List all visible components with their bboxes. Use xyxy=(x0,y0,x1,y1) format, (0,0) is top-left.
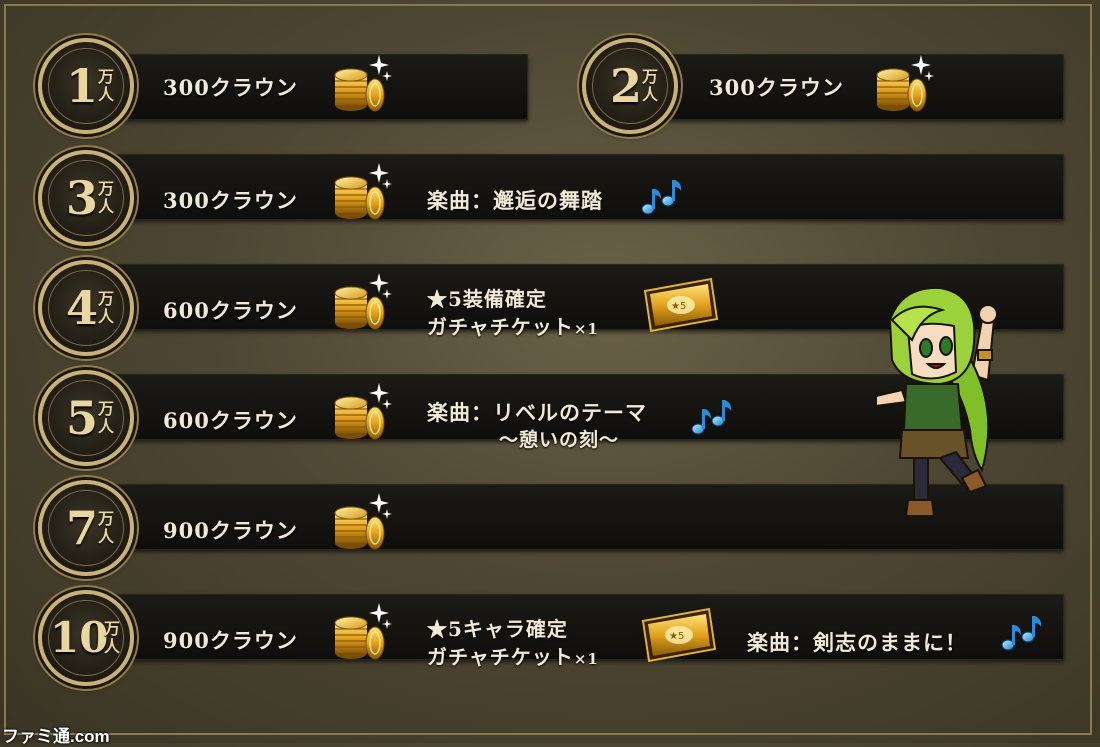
watermark: ファミ通.com xyxy=(2,727,110,746)
gacha-ticket-icon xyxy=(639,607,717,663)
crown-amount: 300クラウン xyxy=(163,75,298,100)
milestone-number: 3 xyxy=(66,171,99,225)
gold-coin-stack-icon xyxy=(329,601,393,665)
milestone-medal-7: 7 万 人 xyxy=(38,480,134,576)
milestone-medal-3: 3 万 人 xyxy=(38,150,134,246)
milestone-number: 4 xyxy=(66,281,99,335)
milestone-number: 10 xyxy=(50,613,109,662)
gold-coin-stack-icon xyxy=(329,53,393,117)
unit-man: 万 xyxy=(104,619,121,638)
gold-coin-stack-icon xyxy=(329,491,393,555)
milestone-medal-2: 2 万 人 xyxy=(582,38,678,134)
unit-man: 万 xyxy=(98,67,115,86)
unit-hito: 人 xyxy=(98,417,115,436)
unit-hito: 人 xyxy=(98,307,115,326)
crown-amount: 600クラウン xyxy=(163,298,298,323)
reward-row-3: 300クラウン 楽曲：邂逅の舞踏 xyxy=(90,154,1064,220)
unit-hito: 人 xyxy=(98,85,115,104)
milestone-medal-5: 5 万 人 xyxy=(38,370,134,466)
gold-coin-stack-icon xyxy=(329,271,393,335)
milestone-medal-1: 1 万 人 xyxy=(38,38,134,134)
music-note-icon xyxy=(999,613,1043,653)
milestone-number: 5 xyxy=(66,391,99,445)
music-note-icon xyxy=(639,177,683,217)
unit-man: 万 xyxy=(98,509,115,528)
crown-amount: 900クラウン xyxy=(163,628,298,653)
crown-amount: 300クラウン xyxy=(163,188,298,213)
milestone-medal-10: 10 万 人 xyxy=(38,590,134,686)
unit-hito: 人 xyxy=(98,197,115,216)
song-reward: 楽曲：剣志のままに！ xyxy=(747,630,967,655)
reward-row-10: 900クラウン ★5キャラ確定 ガチャチケット×1 楽曲：剣志のままに！ xyxy=(90,594,1064,669)
green-haired-character xyxy=(875,286,998,517)
song-reward-line2: ～憩いの刻～ xyxy=(499,429,620,451)
crown-amount: 300クラウン xyxy=(709,75,844,100)
unit-man: 万 xyxy=(642,67,659,86)
ticket-reward-line2: ガチャチケット×1 xyxy=(427,645,599,669)
gold-coin-stack-icon xyxy=(329,381,393,445)
ticket-reward-line1: ★5装備確定 xyxy=(427,287,547,311)
unit-man: 万 xyxy=(98,399,115,418)
ticket-reward-line1: ★5キャラ確定 xyxy=(427,617,568,641)
milestone-number: 7 xyxy=(66,501,99,555)
milestone-medal-4: 4 万 人 xyxy=(38,260,134,356)
song-reward: 楽曲：邂逅の舞踏 xyxy=(427,188,603,213)
crown-amount: 600クラウン xyxy=(163,408,298,433)
reward-row-2: 300クラウン xyxy=(636,54,1064,120)
crown-amount: 900クラウン xyxy=(163,518,298,543)
unit-hito: 人 xyxy=(104,637,121,656)
gold-coin-stack-icon xyxy=(329,161,393,225)
milestone-number: 2 xyxy=(610,59,643,113)
unit-hito: 人 xyxy=(98,527,115,546)
milestone-number: 1 xyxy=(66,59,99,113)
reward-row-1: 300クラウン xyxy=(90,54,528,120)
song-reward-line1: 楽曲：リベルのテーマ xyxy=(427,400,647,425)
unit-hito: 人 xyxy=(642,85,659,104)
unit-man: 万 xyxy=(98,289,115,308)
unit-man: 万 xyxy=(98,179,115,198)
music-note-icon xyxy=(689,397,733,437)
ticket-reward-line2: ガチャチケット×1 xyxy=(427,315,599,339)
gold-coin-stack-icon xyxy=(871,53,935,117)
gacha-ticket-icon xyxy=(641,277,719,333)
